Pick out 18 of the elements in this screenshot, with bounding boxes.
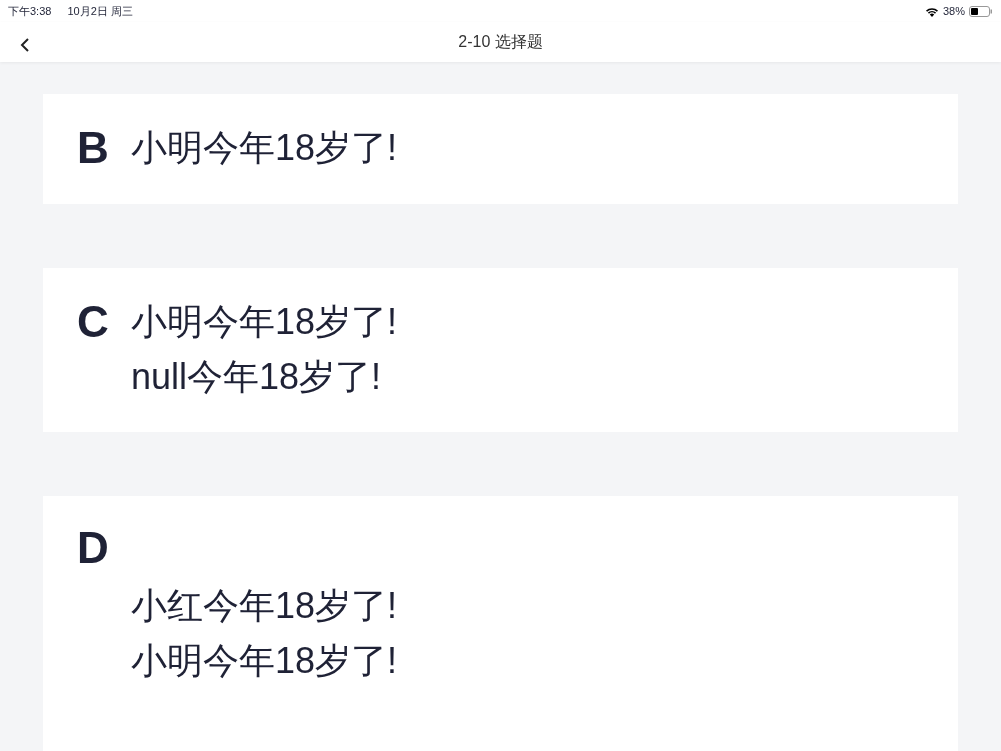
- option-letter: D: [77, 522, 110, 574]
- option-text: 小明今年18岁了!: [131, 126, 398, 170]
- battery-percent: 38%: [942, 3, 965, 19]
- option-text: 小明今年18岁了!: [131, 300, 398, 344]
- option-card[interactable]: B 小明今年18岁了!: [43, 94, 958, 204]
- back-icon[interactable]: [20, 36, 30, 53]
- status-time: 下午3:38: [8, 3, 52, 19]
- option-card[interactable]: D 小红今年18岁了! 小明今年18岁了!: [43, 496, 958, 751]
- option-letter: C: [77, 296, 110, 348]
- option-letter: B: [77, 122, 110, 174]
- option-card[interactable]: C 小明今年18岁了! null今年18岁了!: [43, 268, 958, 432]
- option-text: 小红今年18岁了!: [131, 584, 399, 628]
- option-text: 小明今年18岁了!: [131, 639, 399, 683]
- battery-icon: [969, 5, 993, 17]
- status-date: 10月2日 周三: [67, 3, 133, 19]
- page-title: 2-10 选择题: [458, 32, 543, 52]
- option-text: null今年18岁了!: [131, 355, 383, 399]
- wifi-icon: [924, 5, 939, 17]
